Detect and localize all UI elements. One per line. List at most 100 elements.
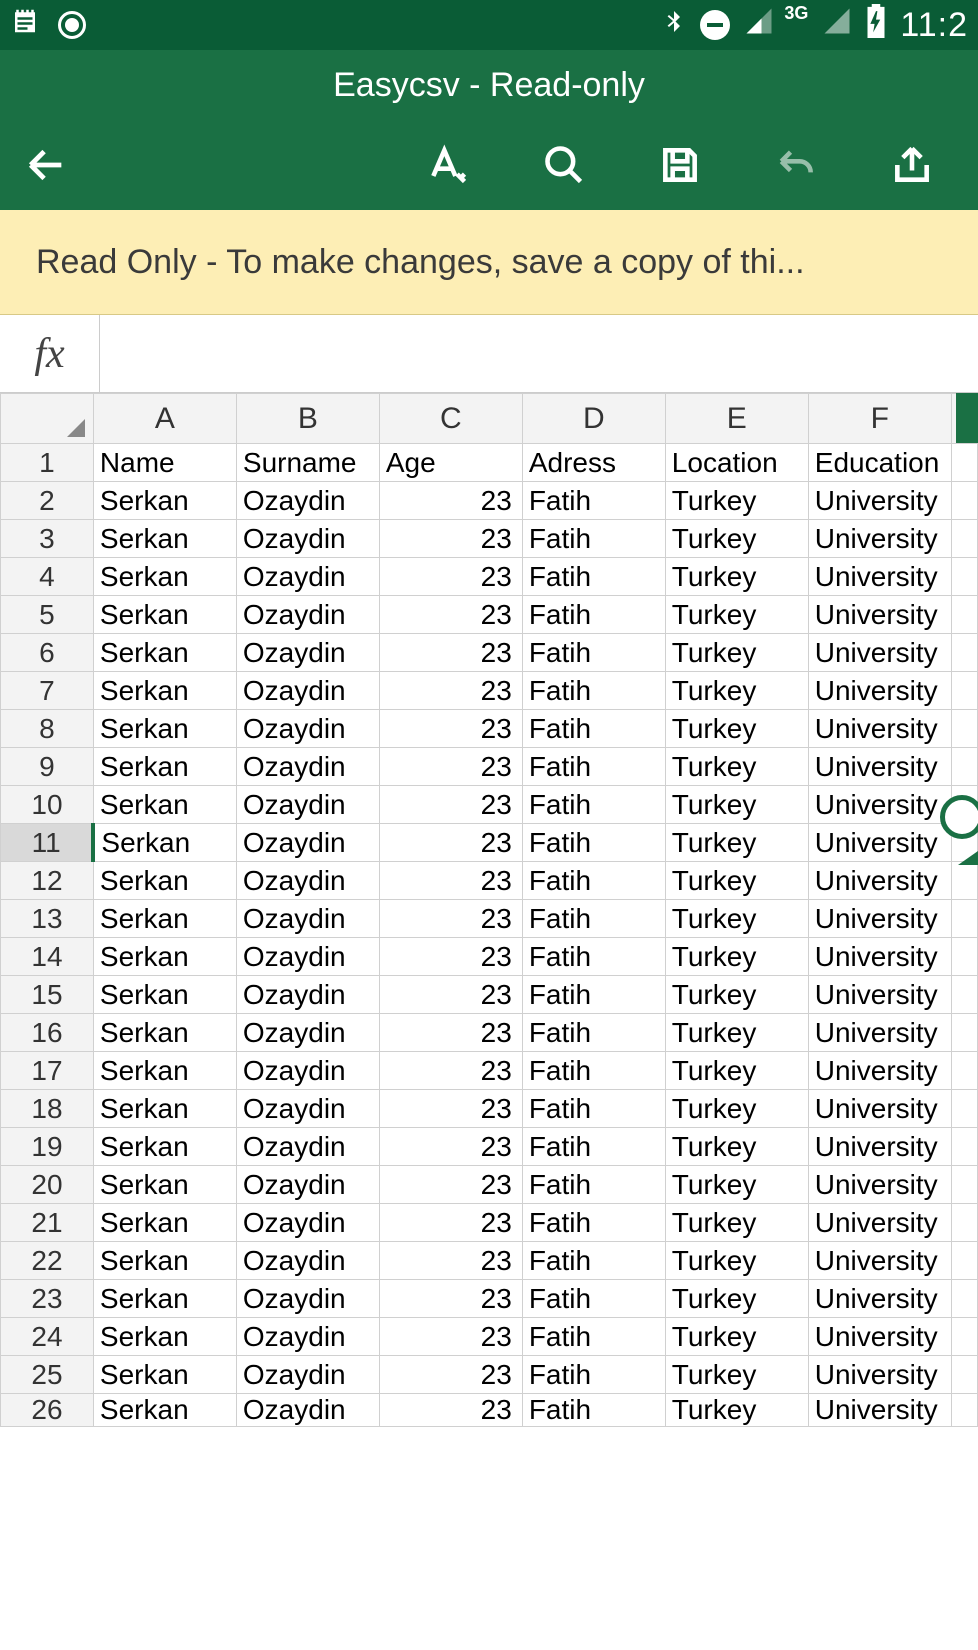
row-header[interactable]: 23 [1, 1280, 94, 1318]
cell[interactable]: Fatih [522, 976, 665, 1014]
cell[interactable]: Fatih [522, 672, 665, 710]
cell[interactable]: Serkan [93, 482, 236, 520]
cell[interactable]: University [808, 1166, 951, 1204]
search-button[interactable] [536, 137, 592, 193]
cell[interactable]: Age [379, 444, 522, 482]
cell[interactable] [951, 748, 977, 786]
cell[interactable]: Fatih [522, 748, 665, 786]
row-header[interactable]: 24 [1, 1318, 94, 1356]
cell[interactable]: 23 [379, 1280, 522, 1318]
cell[interactable]: Fatih [522, 596, 665, 634]
cell[interactable]: Turkey [665, 1242, 808, 1280]
cell[interactable]: University [808, 1318, 951, 1356]
cell[interactable]: Location [665, 444, 808, 482]
cell[interactable]: University [808, 786, 951, 824]
cell[interactable]: Turkey [665, 1204, 808, 1242]
cell[interactable]: Serkan [93, 938, 236, 976]
cell[interactable]: Fatih [522, 520, 665, 558]
cell[interactable]: University [808, 672, 951, 710]
cell[interactable] [951, 1356, 977, 1394]
cell[interactable]: 23 [379, 1204, 522, 1242]
cell[interactable]: Fatih [522, 938, 665, 976]
cell[interactable]: Turkey [665, 786, 808, 824]
cell[interactable]: Turkey [665, 748, 808, 786]
row-header[interactable]: 15 [1, 976, 94, 1014]
cell[interactable]: 23 [379, 976, 522, 1014]
cell[interactable] [951, 520, 977, 558]
cell[interactable]: Ozaydin [236, 1242, 379, 1280]
cell[interactable]: Serkan [93, 710, 236, 748]
cell[interactable]: Turkey [665, 1318, 808, 1356]
cell[interactable] [951, 482, 977, 520]
cell[interactable]: University [808, 1280, 951, 1318]
row-header[interactable]: 11 [1, 824, 94, 862]
cell[interactable] [951, 634, 977, 672]
cell[interactable]: Ozaydin [236, 938, 379, 976]
cell[interactable]: Fatih [522, 634, 665, 672]
cell[interactable]: Serkan [93, 1280, 236, 1318]
cell[interactable]: University [808, 710, 951, 748]
cell[interactable]: 23 [379, 1014, 522, 1052]
cell[interactable]: Ozaydin [236, 862, 379, 900]
cell[interactable]: Serkan [93, 1242, 236, 1280]
row-header[interactable]: 12 [1, 862, 94, 900]
cell[interactable]: 23 [379, 1318, 522, 1356]
col-header-F[interactable]: F [808, 394, 951, 444]
cell[interactable]: University [808, 558, 951, 596]
cell[interactable]: Turkey [665, 938, 808, 976]
cell[interactable]: Turkey [665, 824, 808, 862]
cell[interactable]: Serkan [93, 672, 236, 710]
cell[interactable]: University [808, 862, 951, 900]
cell[interactable]: Serkan [93, 976, 236, 1014]
cell[interactable]: Ozaydin [236, 482, 379, 520]
row-header[interactable]: 8 [1, 710, 94, 748]
cell[interactable]: Fatih [522, 1090, 665, 1128]
cell[interactable]: Ozaydin [236, 558, 379, 596]
cell[interactable] [951, 1280, 977, 1318]
cell[interactable]: Ozaydin [236, 596, 379, 634]
cell[interactable]: Fatih [522, 1394, 665, 1427]
cell[interactable]: University [808, 938, 951, 976]
row-header[interactable]: 16 [1, 1014, 94, 1052]
cell[interactable]: 23 [379, 634, 522, 672]
fx-label[interactable]: fx [0, 315, 100, 392]
cell[interactable]: 23 [379, 1242, 522, 1280]
row-header[interactable]: 13 [1, 900, 94, 938]
cell[interactable]: Serkan [93, 1090, 236, 1128]
row-header[interactable]: 20 [1, 1166, 94, 1204]
cell[interactable]: 23 [379, 596, 522, 634]
cell[interactable]: Ozaydin [236, 520, 379, 558]
spreadsheet[interactable]: A B C D E F 1NameSurnameAgeAdressLocatio… [0, 393, 978, 1427]
cell[interactable]: University [808, 520, 951, 558]
row-header[interactable]: 3 [1, 520, 94, 558]
cell[interactable] [951, 1128, 977, 1166]
cell[interactable]: Education [808, 444, 951, 482]
cell[interactable] [951, 1052, 977, 1090]
cell[interactable]: 23 [379, 1090, 522, 1128]
cell[interactable]: University [808, 1014, 951, 1052]
cell[interactable]: Ozaydin [236, 1318, 379, 1356]
cell[interactable]: 23 [379, 748, 522, 786]
edit-style-button[interactable] [420, 137, 476, 193]
cell[interactable] [951, 1242, 977, 1280]
cell[interactable]: 23 [379, 520, 522, 558]
cell[interactable]: Ozaydin [236, 900, 379, 938]
cell[interactable]: Fatih [522, 1166, 665, 1204]
cell[interactable] [951, 1318, 977, 1356]
cell[interactable]: 23 [379, 672, 522, 710]
cell[interactable]: Turkey [665, 672, 808, 710]
cell[interactable]: 23 [379, 1394, 522, 1427]
cell[interactable]: Ozaydin [236, 1356, 379, 1394]
cell[interactable]: University [808, 1052, 951, 1090]
cell[interactable]: Turkey [665, 634, 808, 672]
cell[interactable]: Turkey [665, 1356, 808, 1394]
cell[interactable]: Serkan [93, 1356, 236, 1394]
cell[interactable]: Ozaydin [236, 748, 379, 786]
cell[interactable]: Serkan [93, 1204, 236, 1242]
row-header[interactable]: 6 [1, 634, 94, 672]
cell[interactable] [951, 1090, 977, 1128]
col-header-B[interactable]: B [236, 394, 379, 444]
cell[interactable] [951, 1394, 977, 1427]
cell[interactable]: Fatih [522, 1052, 665, 1090]
cell[interactable]: Ozaydin [236, 1014, 379, 1052]
